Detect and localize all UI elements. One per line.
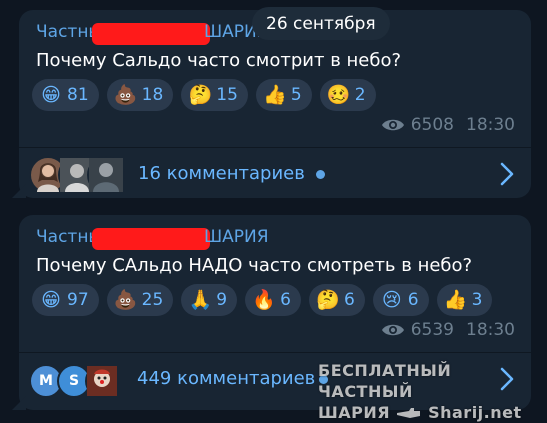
reaction-grinning[interactable]: 😁 97 [32, 284, 99, 316]
comments-count-label: 16 комментариев [138, 163, 305, 184]
woozy-face-icon: 🥴 [326, 83, 351, 106]
reaction-count: 15 [216, 85, 238, 105]
pile-of-poo-icon: 💩 [113, 83, 138, 106]
eye-icon [381, 324, 404, 336]
commenter-avatars [29, 156, 129, 194]
grinning-face-icon: 😁 [41, 83, 61, 106]
reaction-count: 5 [290, 85, 302, 105]
message-time: 18:30 [466, 320, 515, 340]
thinking-face-icon: 🤔 [316, 288, 340, 311]
message-meta: 6508 18:30 [381, 115, 515, 135]
divider [19, 352, 531, 353]
reaction-count: 6 [407, 290, 419, 310]
reaction-count: 18 [141, 85, 164, 105]
view-count: 6508 [410, 115, 454, 135]
reaction-count: 25 [141, 290, 164, 310]
redaction-bar [92, 228, 210, 250]
folded-hands-icon: 🙏 [188, 288, 213, 311]
reactions-bar: 😁 81 💩 18 🤔 15 👍 5 🥴 2 [32, 79, 376, 111]
reaction-poo[interactable]: 💩 18 [106, 79, 174, 111]
redaction-bar [92, 23, 210, 45]
avatar [87, 156, 125, 194]
watermark-brand: ШАРИЯ [318, 403, 391, 422]
eye-icon [381, 119, 404, 131]
thumbs-up-icon: 👍 [263, 83, 287, 106]
reaction-poo[interactable]: 💩 25 [106, 284, 174, 316]
thinking-face-icon: 🤔 [188, 83, 213, 106]
reaction-thumbs-up[interactable]: 👍 3 [436, 284, 493, 316]
avatar [85, 364, 119, 398]
pile-of-poo-icon: 💩 [113, 288, 138, 311]
reaction-thinking[interactable]: 🤔 15 [181, 79, 248, 111]
watermark-line-2: ШАРИЯ Sharij.net [318, 402, 538, 423]
grinning-face-icon: 😁 [41, 288, 61, 311]
chevron-right-icon [500, 162, 514, 186]
commenter-avatars: M S [29, 361, 129, 398]
divider [19, 147, 531, 148]
crying-face-icon: 😢 [381, 288, 402, 311]
pointing-hand-icon [397, 407, 421, 418]
reaction-count: 81 [67, 85, 89, 105]
reaction-thinking[interactable]: 🤔 6 [308, 284, 365, 316]
reaction-fire[interactable]: 🔥 6 [245, 284, 301, 316]
reaction-count: 9 [216, 290, 228, 310]
channel-name[interactable]: Частны ШАРИЯ [36, 227, 269, 251]
reaction-count: 2 [354, 85, 366, 105]
date-separator: 26 сентября [252, 7, 390, 40]
reactions-bar: 😁 97 💩 25 🙏 9 🔥 6 🤔 6 😢 6 👍 3 [32, 284, 493, 316]
reaction-grinning[interactable]: 😁 81 [32, 79, 99, 111]
message-text: Почему Сальдо часто смотрит в небо? [36, 50, 402, 71]
avatar-letter: S [68, 373, 80, 389]
fire-icon: 🔥 [252, 288, 276, 311]
reaction-woozy[interactable]: 🥴 2 [319, 79, 376, 111]
unread-dot [316, 170, 325, 179]
reaction-thumbs-up[interactable]: 👍 5 [255, 79, 312, 111]
comments-button[interactable]: 16 комментариев [19, 151, 531, 197]
message-meta: 6539 18:30 [381, 320, 515, 340]
watermark-line-1: БЕСПЛАТНЫЙ ЧАСТНЫЙ [318, 361, 452, 401]
watermark: БЕСПЛАТНЫЙ ЧАСТНЫЙ ШАРИЯ Sharij.net [318, 360, 538, 423]
channel-name[interactable]: Частны ШАРИЯ [36, 22, 269, 46]
message-time: 18:30 [466, 115, 515, 135]
view-count: 6539 [410, 320, 454, 340]
watermark-site: Sharij.net [428, 403, 522, 422]
reaction-count: 97 [67, 290, 89, 310]
reaction-count: 3 [471, 290, 483, 310]
reaction-count: 6 [280, 290, 291, 310]
avatar-letter: M [39, 373, 53, 389]
comments-count-label: 449 комментариев [137, 368, 316, 389]
reaction-folded-hands[interactable]: 🙏 9 [181, 284, 238, 316]
channel-name-suffix: ШАРИЯ [204, 227, 269, 247]
thumbs-up-icon: 👍 [443, 288, 468, 311]
reaction-crying[interactable]: 😢 6 [372, 284, 429, 316]
reaction-count: 6 [343, 290, 355, 310]
message-text: Почему САльдо НАДО часто смотреть в небо… [36, 255, 473, 276]
